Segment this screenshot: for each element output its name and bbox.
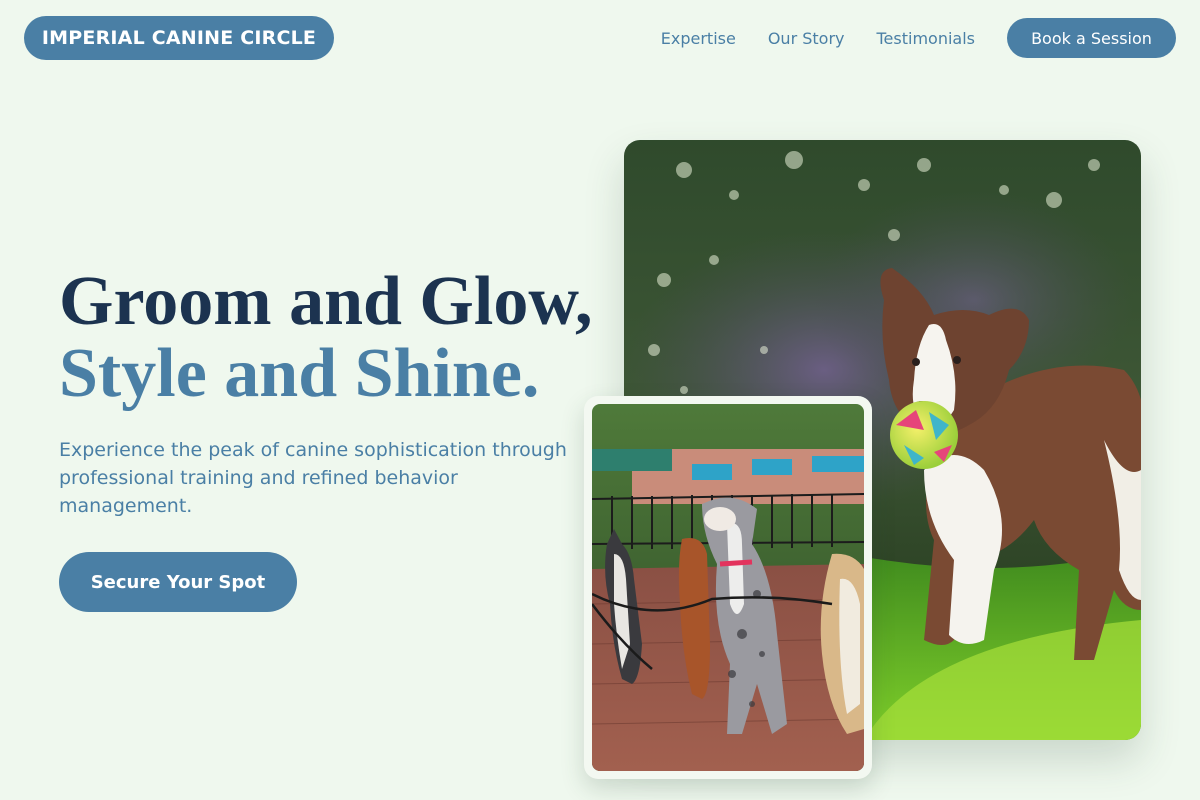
hero-headline: Groom and Glow, Style and Shine. xyxy=(59,266,593,410)
dogs-in-park-image xyxy=(592,404,864,771)
nav-link-testimonials[interactable]: Testimonials xyxy=(877,29,976,48)
secure-spot-button[interactable]: Secure Your Spot xyxy=(59,552,297,612)
hero-subtitle: Experience the peak of canine sophistica… xyxy=(59,439,567,517)
secondary-dog-photo xyxy=(584,396,872,779)
nav-link-our-story[interactable]: Our Story xyxy=(768,29,845,48)
brand-logo[interactable]: IMPERIAL CANINE CIRCLE xyxy=(24,16,334,60)
nav-link-expertise[interactable]: Expertise xyxy=(661,29,736,48)
headline-line-1: Groom and Glow, xyxy=(59,263,593,340)
headline-line-2: Style and Shine. xyxy=(59,335,540,412)
book-session-button[interactable]: Book a Session xyxy=(1007,18,1176,58)
main-nav: Expertise Our Story Testimonials Book a … xyxy=(661,18,1176,58)
